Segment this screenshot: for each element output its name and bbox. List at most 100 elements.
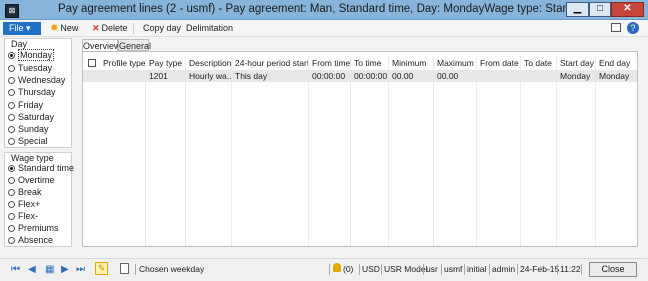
column-divider (185, 56, 186, 246)
column-header-from-date[interactable]: From date (477, 56, 521, 70)
column-header-24-hour-period-start[interactable]: 24-hour period start (232, 56, 309, 70)
previous-record-icon[interactable]: ◀ (28, 264, 36, 275)
cell-to-date[interactable] (521, 70, 557, 82)
window-layout-icon[interactable] (611, 23, 621, 32)
document-icon[interactable] (120, 263, 129, 274)
grid-view-icon[interactable]: ▦ (45, 264, 54, 275)
close-button[interactable]: Close (589, 262, 637, 277)
status-currency: USD (362, 264, 380, 274)
new-star-icon: ✸ (50, 23, 59, 34)
radio-icon (8, 189, 15, 196)
status-message: Chosen weekday (139, 264, 205, 274)
close-window-button[interactable]: ✕ (611, 2, 644, 17)
radio-label: Monday (18, 49, 55, 61)
column-header-from-time[interactable]: From time (309, 56, 351, 70)
radio-day-tuesday[interactable]: Tuesday (8, 63, 52, 73)
status-model: USR Model (384, 264, 428, 274)
radio-day-monday[interactable]: Monday (8, 49, 55, 61)
column-header-start-day[interactable]: Start day (557, 56, 596, 70)
cell-pay-type[interactable]: 1201 (146, 70, 186, 82)
radio-wage-flex-plus[interactable]: Flex+ (8, 199, 40, 209)
cell-profile-type[interactable] (100, 70, 146, 82)
last-record-icon[interactable]: ⏭ (76, 264, 85, 275)
column-header-pay-type[interactable]: Pay type (146, 56, 186, 70)
cell-maximum[interactable]: 00.00 (434, 70, 477, 82)
column-header-end-day[interactable]: End day (596, 56, 637, 70)
radio-label: Special (18, 136, 48, 146)
cell-from-time[interactable]: 00:00:00 (309, 70, 351, 82)
radio-icon (8, 213, 15, 220)
help-icon[interactable]: ? (627, 22, 639, 34)
cell-end-day[interactable]: Monday (596, 70, 637, 82)
maximize-button[interactable]: □ (589, 2, 611, 17)
chevron-down-icon: ▾ (26, 23, 31, 33)
column-header-maximum[interactable]: Maximum (434, 56, 477, 70)
cell-from-date[interactable] (477, 70, 521, 82)
status-divider (464, 264, 465, 275)
radio-day-saturday[interactable]: Saturday (8, 112, 54, 122)
column-divider (350, 56, 351, 246)
radio-label: Friday (18, 100, 44, 110)
next-record-icon[interactable]: ▶ (61, 264, 69, 275)
radio-day-friday[interactable]: Friday (8, 100, 43, 110)
status-company: usmf (444, 264, 463, 274)
radio-label: Break (18, 187, 42, 197)
copy-day-button[interactable]: Copy day (143, 23, 181, 33)
column-header-to-date[interactable]: To date (521, 56, 557, 70)
status-date: 24-Feb-15 (520, 264, 560, 274)
column-header-to-time[interactable]: To time (351, 56, 389, 70)
file-menu-button[interactable]: File ▾ (3, 22, 41, 35)
radio-day-special[interactable]: Special (8, 136, 48, 146)
delimitation-button[interactable]: Delimitation (186, 23, 233, 33)
column-header-minimum[interactable]: Minimum (389, 56, 434, 70)
radio-wage-break[interactable]: Break (8, 187, 42, 197)
table-row[interactable]: 1201 Hourly wa... This day 00:00:00 00:0… (83, 70, 637, 82)
dynamics-icon: ⊠ (5, 4, 19, 18)
column-header-description[interactable]: Description (186, 56, 232, 70)
status-divider (135, 264, 136, 275)
radio-wage-premiums[interactable]: Premiums (8, 223, 59, 233)
column-divider (145, 56, 146, 246)
first-record-icon[interactable]: ⏮ (11, 264, 20, 275)
wage-type-group-title: Wage type (11, 153, 54, 163)
notification-bell-icon[interactable] (333, 263, 341, 272)
radio-icon (8, 89, 15, 96)
window-title: Pay agreement lines (2 - usmf) - Pay agr… (58, 3, 568, 15)
radio-day-thursday[interactable]: Thursday (8, 87, 56, 97)
notification-count[interactable]: (0) (343, 264, 353, 274)
radio-selected-icon (8, 52, 15, 59)
radio-wage-overtime[interactable]: Overtime (8, 175, 55, 185)
column-divider (556, 56, 557, 246)
status-divider (517, 264, 518, 275)
radio-label: Tuesday (18, 63, 53, 73)
radio-selected-icon (8, 165, 15, 172)
radio-icon (8, 114, 15, 121)
radio-day-sunday[interactable]: Sunday (8, 124, 49, 134)
status-bar: ⏮ ◀ ▦ ▶ ⏭ ✎ Chosen weekday (0) USD USR M… (0, 258, 648, 281)
tab-overview[interactable]: Overview (82, 39, 121, 51)
cell-start-day[interactable]: Monday (557, 70, 596, 82)
day-group: Day Monday Tuesday Wednesday Thursday Fr… (4, 38, 72, 148)
radio-wage-standard-time[interactable]: Standard time (8, 163, 74, 173)
tab-general[interactable]: General (118, 39, 151, 51)
delete-button[interactable]: ✕ Delete (92, 23, 128, 34)
delete-label: Delete (101, 23, 128, 33)
cell-description[interactable]: Hourly wa... (186, 70, 232, 82)
radio-icon (8, 102, 15, 109)
title-bar: ⊠ Pay agreement lines (2 - usmf) - Pay a… (0, 0, 648, 20)
edit-pencil-icon[interactable]: ✎ (95, 262, 108, 275)
wage-type-group: Wage type Standard time Overtime Break F… (4, 152, 74, 247)
minimize-button[interactable]: ▁ (566, 2, 589, 17)
grid-header: Profile type Pay type Description 24-hou… (83, 56, 637, 71)
column-divider (595, 56, 596, 246)
cell-24-hour-period-start[interactable]: This day (232, 70, 309, 82)
new-button[interactable]: ✸ New (50, 23, 78, 34)
column-header-profile-type[interactable]: Profile type (100, 56, 146, 70)
radio-wage-flex-minus[interactable]: Flex- (8, 211, 38, 221)
radio-wage-absence[interactable]: Absence (8, 235, 53, 245)
radio-day-wednesday[interactable]: Wednesday (8, 75, 65, 85)
cell-minimum[interactable]: 00.00 (389, 70, 434, 82)
status-time: 11:22 (560, 264, 581, 274)
cell-to-time[interactable]: 00:00:00 (351, 70, 389, 82)
radio-label: Thursday (18, 87, 56, 97)
